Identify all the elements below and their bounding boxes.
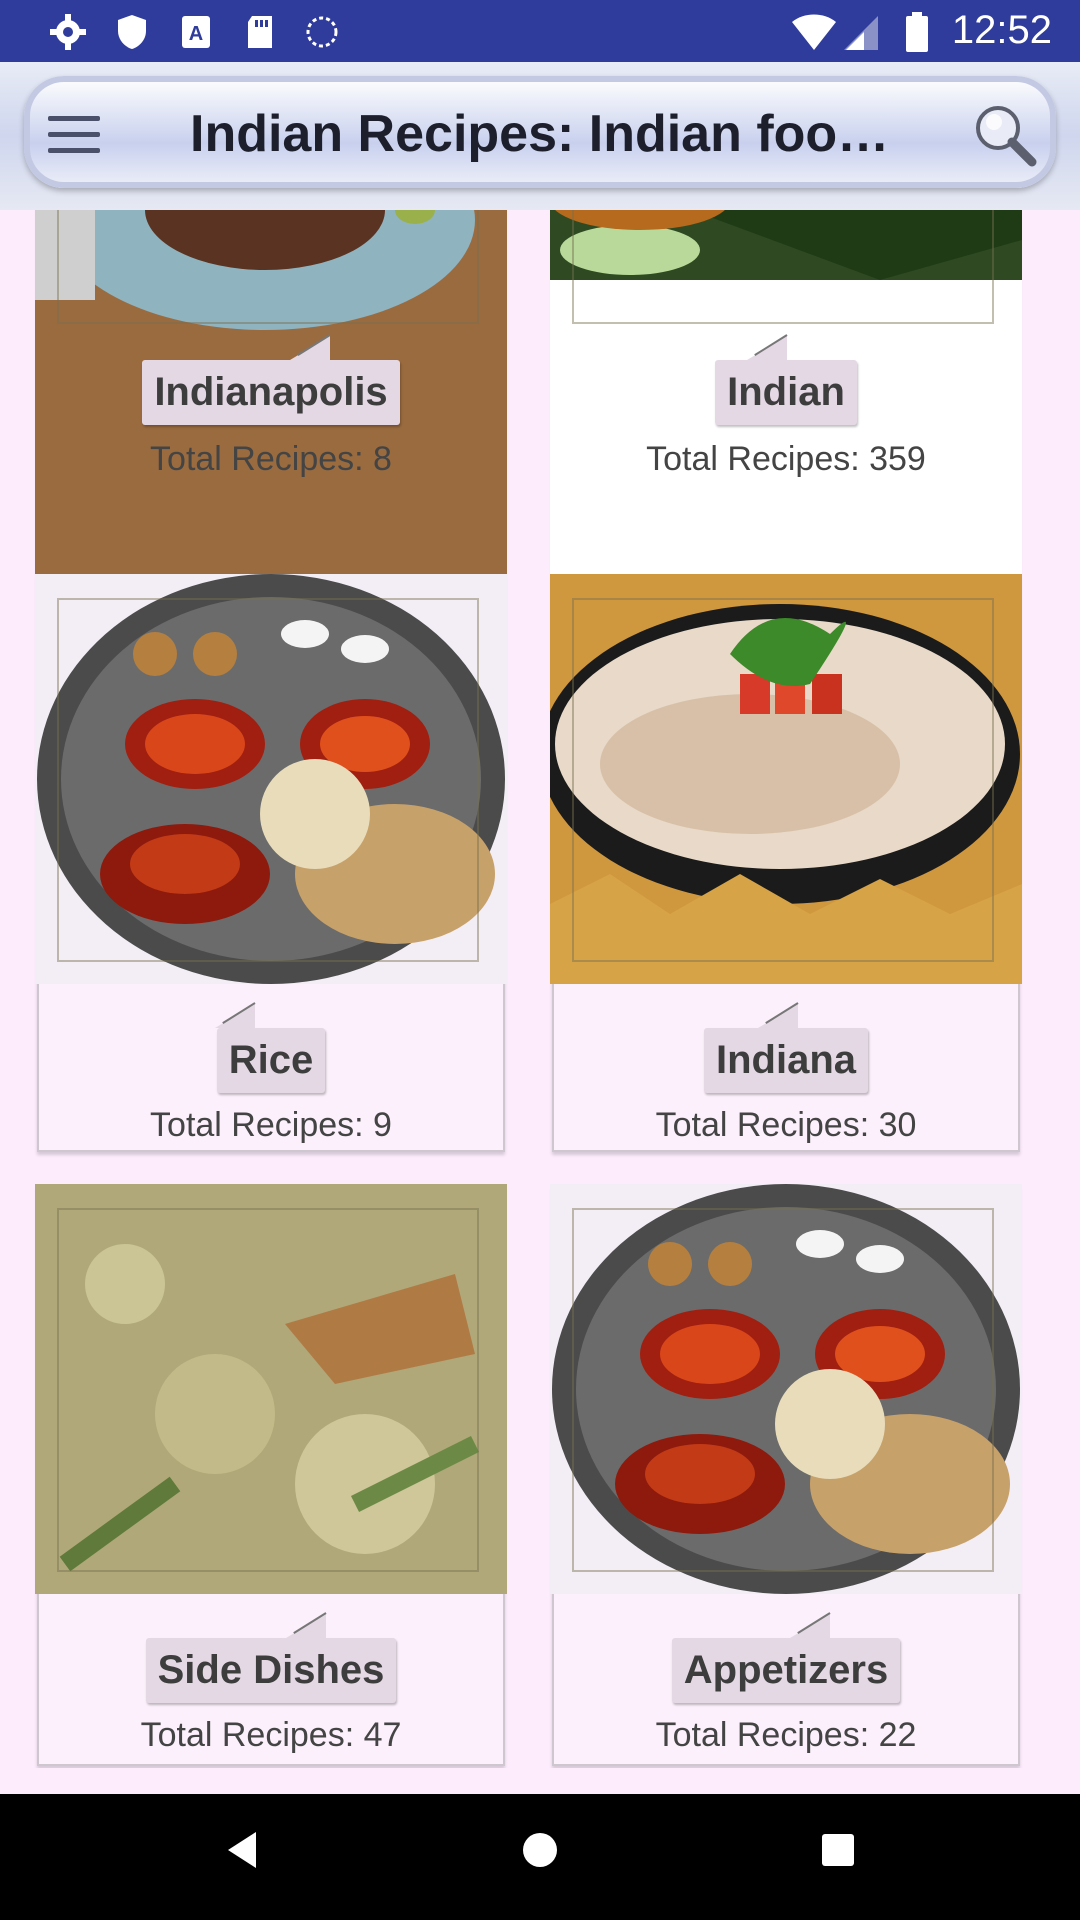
gear-icon [50, 14, 86, 50]
category-count: Total Recipes: 8 [150, 440, 392, 478]
battery-icon [906, 12, 928, 52]
category-card-side-dishes[interactable]: Side Dishes Total Recipes: 47 [35, 1184, 507, 1766]
category-count: Total Recipes: 47 [140, 1716, 402, 1754]
search-icon[interactable] [970, 100, 1040, 170]
recents-icon[interactable] [818, 1828, 858, 1872]
category-card-appetizers[interactable]: Appetizers Total Recipes: 22 [550, 1184, 1022, 1766]
wifi-icon [792, 14, 836, 50]
category-name: Indiana [703, 1002, 869, 1093]
sd-card-icon [248, 16, 272, 48]
keyboard-a-icon: A [182, 16, 210, 48]
category-grid: Indianapolis Total Recipes: 8 Indian Tot… [0, 210, 1080, 1768]
category-count: Total Recipes: 9 [150, 1106, 392, 1144]
category-count: Total Recipes: 359 [646, 440, 926, 478]
category-image [550, 574, 1022, 984]
svg-text:A: A [189, 23, 203, 45]
category-name: Appetizers [671, 1612, 901, 1703]
category-name: Indian [715, 334, 857, 425]
status-bar: A 12:52 [0, 0, 1080, 62]
category-name: Indianapolis [142, 334, 400, 425]
category-name: Side Dishes [145, 1612, 397, 1703]
category-count: Total Recipes: 22 [655, 1716, 917, 1754]
category-card-rice[interactable]: Rice Total Recipes: 9 [35, 574, 507, 1152]
back-icon[interactable] [222, 1828, 262, 1872]
category-count: Total Recipes: 30 [655, 1106, 917, 1144]
shield-icon [118, 15, 146, 49]
navigation-bar [0, 1794, 1080, 1920]
category-image [35, 574, 507, 984]
category-name: Rice [215, 1002, 326, 1093]
signal-icon [844, 16, 878, 50]
home-icon[interactable] [520, 1828, 560, 1872]
sync-icon [306, 16, 338, 48]
hamburger-menu-icon[interactable] [48, 116, 100, 156]
category-card-indiana[interactable]: Indiana Total Recipes: 30 [550, 574, 1022, 1152]
category-image [550, 1184, 1022, 1594]
clock: 12:52 [951, 8, 1052, 52]
category-image [35, 1184, 507, 1594]
page-title: Indian Recipes: Indian food, I… [190, 105, 910, 163]
